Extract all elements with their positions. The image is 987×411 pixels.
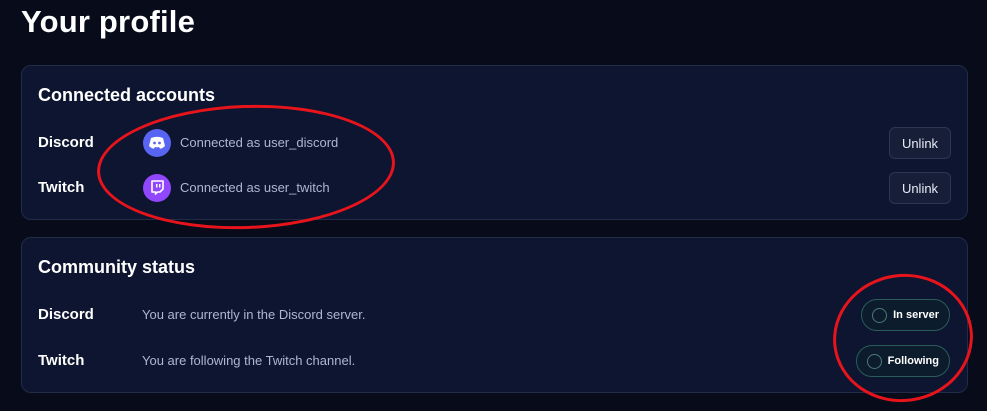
page-title: Your profile [21, 4, 196, 39]
status-circle-icon [872, 307, 888, 323]
twitch-account-label: Twitch [38, 179, 85, 196]
discord-status-text: You are currently in the Discord server. [142, 307, 366, 322]
in-server-status-pill[interactable]: In server [861, 299, 950, 331]
twitch-account-row: Twitch Connected as user_twitch Unlink [22, 170, 967, 206]
twitch-connection-text: Connected as user_twitch [180, 180, 330, 195]
connected-accounts-title: Connected accounts [38, 85, 216, 105]
twitch-status-row: Twitch You are following the Twitch chan… [22, 343, 967, 379]
discord-status-label: Discord [38, 306, 94, 323]
following-status-pill[interactable]: Following [855, 345, 950, 377]
discord-icon [143, 129, 171, 157]
discord-account-label: Discord [38, 134, 94, 151]
following-label: Following [887, 355, 939, 367]
discord-status-row: Discord You are currently in the Discord… [22, 297, 967, 333]
community-status-card: Community status Discord You are current… [21, 237, 968, 393]
twitch-icon [143, 174, 171, 202]
connected-accounts-card: Connected accounts Discord Connected as … [21, 65, 968, 220]
twitch-status-text: You are following the Twitch channel. [142, 353, 356, 368]
discord-unlink-button[interactable]: Unlink [889, 127, 951, 159]
discord-connection-text: Connected as user_discord [180, 135, 339, 150]
status-circle-icon [866, 353, 882, 369]
in-server-label: In server [893, 309, 939, 321]
twitch-status-label: Twitch [38, 352, 85, 369]
twitch-unlink-button[interactable]: Unlink [889, 172, 951, 204]
discord-account-row: Discord Connected as user_discord Unlink [22, 125, 967, 161]
community-status-title: Community status [38, 257, 196, 277]
